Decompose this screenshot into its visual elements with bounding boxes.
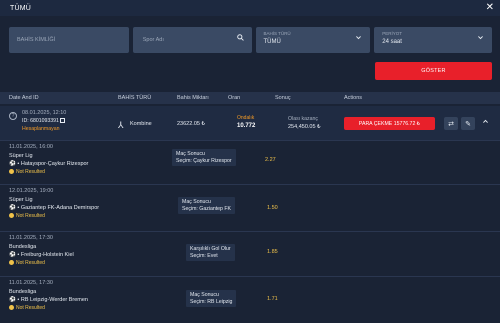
bet-status: Hesaplanmayan <box>22 126 60 132</box>
header-amount: Bahis Miktarı <box>177 95 209 101</box>
chevron-down-icon <box>477 34 484 44</box>
match-status-line: Not Resulted <box>9 305 45 311</box>
market-box: Karşılıklı Gol Olur Seçim: Evet <box>186 244 235 261</box>
match-row: 11.01.2025, 17:30 Bundesliga ⚽ • Freibur… <box>0 231 500 266</box>
market-box: Maç Sonucu Seçim: Çaykur Rizespor <box>172 149 236 166</box>
soccer-ball-icon: ⚽ <box>9 161 16 167</box>
match-odd: 1.71 <box>267 296 278 302</box>
payout-button[interactable]: PARA ÇEKME 15776.72 ₺ <box>344 117 435 130</box>
match-teams-line: ⚽ • RB Leipzig-Werder Bremen <box>9 297 88 303</box>
match-teams: Hatayspor-Çaykur Rizespor <box>20 161 89 167</box>
match-league: Bundesliga <box>9 289 37 295</box>
match-status: Not Resulted <box>16 305 45 311</box>
filter-bar: BAHİS KİMLİĞİ Spor Adı BAHİS TÜRÜ TÜMÜ P… <box>9 27 492 55</box>
match-row: 11.01.2025, 16:00 Süper Lig ⚽ • Hatayspo… <box>0 140 500 175</box>
sport-search-input[interactable]: Spor Adı <box>132 27 252 53</box>
match-odd: 2.27 <box>265 157 276 163</box>
match-status: Not Resulted <box>16 169 45 175</box>
period-value: 24 saat <box>382 39 402 45</box>
sport-placeholder: Spor Adı <box>142 37 164 43</box>
bet-datetime: 08.01.2025, 12:10 <box>22 110 67 116</box>
period-label: PERİYOT <box>382 31 403 36</box>
result-value: 254,450.05 ₺ <box>288 124 321 130</box>
odds-label: Ondalık <box>237 115 255 121</box>
window-title: TÜMÜ <box>10 4 32 12</box>
bet-id-placeholder: BAHİS KİMLİĞİ <box>17 37 56 43</box>
match-teams-line: ⚽ • Hatayspor-Çaykur Rizespor <box>9 161 89 167</box>
bet-id-input[interactable]: BAHİS KİMLİĞİ <box>9 27 129 53</box>
header-actions: Actions <box>344 95 363 101</box>
soccer-ball-icon: ⚽ <box>9 205 16 211</box>
window-titlebar: TÜMÜ ✕ <box>0 0 500 16</box>
market-box: Maç Sonucu Seçim: RB Leipzig <box>186 290 237 307</box>
bet-id: 6801093391 <box>30 118 59 124</box>
odds-value: 10.772 <box>237 123 256 129</box>
match-league: Süper Lig <box>9 197 33 203</box>
period-select[interactable]: PERİYOT 24 saat <box>374 27 492 53</box>
market-selection: Seçim: Çaykur Rizespor <box>176 157 232 164</box>
match-status-line: Not Resulted <box>9 260 45 266</box>
soccer-ball-icon: ⚽ <box>9 252 16 258</box>
market-selection: Seçim: RB Leipzig <box>190 298 233 305</box>
search-icon[interactable] <box>236 34 244 44</box>
bet-type-select[interactable]: BAHİS TÜRÜ TÜMÜ <box>255 27 371 53</box>
match-league: Süper Lig <box>9 153 33 159</box>
match-status-line: Not Resulted <box>9 213 45 219</box>
match-date: 11.01.2025, 16:00 <box>9 144 53 150</box>
chevron-up-icon[interactable] <box>482 118 489 127</box>
match-teams-line: ⚽ • Gaziantep FK-Adana Demirspor <box>9 205 100 211</box>
match-teams: Gaziantep FK-Adana Demirspor <box>20 205 100 211</box>
header-date-id: Date And ID <box>9 95 39 101</box>
bet-row[interactable]: ? 08.01.2025, 12:10 ID: 6801093391 Hesap… <box>0 106 500 140</box>
match-odd: 1.85 <box>267 249 278 255</box>
market-selection: Seçim: Evet <box>190 252 218 259</box>
result-label: Olası kazanç <box>288 116 318 122</box>
match-teams: RB Leipzig-Werder Bremen <box>20 297 88 303</box>
bet-type-value: TÜMÜ <box>263 39 281 45</box>
close-icon[interactable]: ✕ <box>486 3 494 13</box>
bet-type-label: BAHİS TÜRÜ <box>263 31 291 36</box>
status-dot-icon <box>9 305 14 311</box>
show-button[interactable]: GÖSTER <box>375 62 492 80</box>
status-dot-icon <box>9 169 14 175</box>
match-date: 12.01.2025, 19:00 <box>9 188 54 194</box>
match-status: Not Resulted <box>16 213 45 219</box>
match-row: 12.01.2025, 19:00 Süper Lig ⚽ • Gaziante… <box>0 184 500 219</box>
combo-icon: ⅄ <box>118 120 124 130</box>
match-odd: 1.50 <box>267 205 278 211</box>
header-bet-type: BAHİS TÜRÜ <box>118 95 152 101</box>
match-date: 11.01.2025, 17:30 <box>9 235 53 241</box>
match-status: Not Resulted <box>16 260 45 266</box>
header-result: Sonuç <box>275 95 291 101</box>
market-selection: Seçim: Gaziantep FK <box>182 205 232 212</box>
edit-icon[interactable]: ✎ <box>461 117 475 130</box>
bet-amount: 23622.05 ₺ <box>177 121 205 127</box>
status-dot-icon <box>9 260 14 266</box>
match-date: 11.01.2025, 17:30 <box>9 280 53 286</box>
bet-status-icon: ? <box>9 112 17 120</box>
table-header: Date And ID BAHİS TÜRÜ Bahis Miktarı Ora… <box>0 92 500 104</box>
status-dot-icon <box>9 213 14 219</box>
bet-id-line: ID: 6801093391 <box>22 118 66 124</box>
match-status-line: Not Resulted <box>9 169 45 175</box>
copy-icon[interactable] <box>60 118 66 124</box>
match-row: 11.01.2025, 17:30 Bundesliga ⚽ • RB Leip… <box>0 276 500 311</box>
bet-type: Kombine <box>130 121 152 127</box>
match-teams-line: ⚽ • Freiburg-Holstein Kiel <box>9 252 74 258</box>
match-teams: Freiburg-Holstein Kiel <box>20 252 74 258</box>
market-box: Maç Sonucu Seçim: Gaziantep FK <box>178 197 236 214</box>
soccer-ball-icon: ⚽ <box>9 297 16 303</box>
swap-icon[interactable]: ⇄ <box>444 117 458 130</box>
header-odds: Oran <box>228 95 241 101</box>
match-league: Bundesliga <box>9 244 37 250</box>
market-name: Karşılıklı Gol Olur <box>190 246 231 252</box>
chevron-down-icon <box>355 34 362 44</box>
